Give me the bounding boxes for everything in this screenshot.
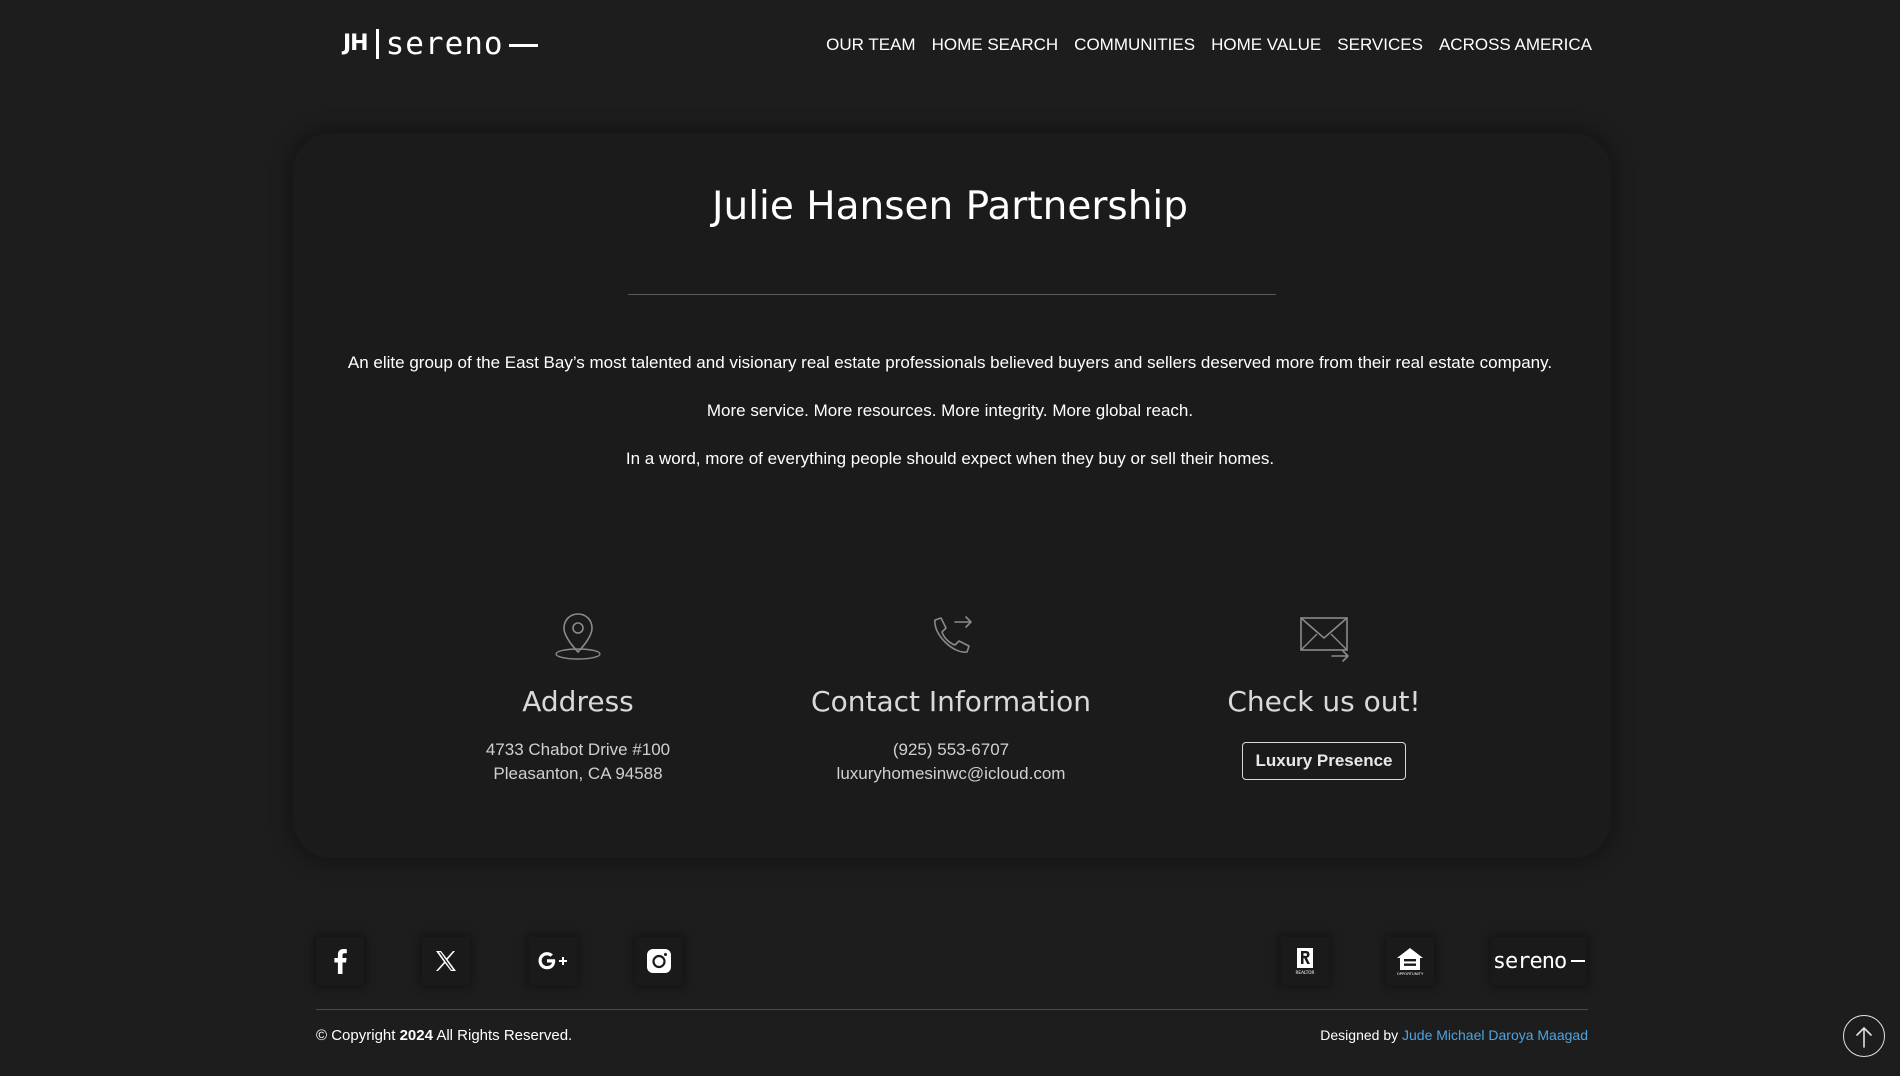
address-section: Address 4733 Chabot Drive #100 Pleasanto… (378, 608, 778, 786)
nav-home-value[interactable]: HOME VALUE (1211, 33, 1321, 57)
phone-number[interactable]: (925) 553-6707 (751, 738, 1151, 762)
closing-paragraph: In a word, more of everything people sho… (625, 449, 1275, 468)
equal-housing-caption: OPPORTUNITY (1397, 971, 1424, 976)
equal-housing-badge: OPPORTUNITY (1386, 937, 1434, 985)
instagram-link[interactable] (635, 937, 683, 985)
equal-housing-icon: OPPORTUNITY (1397, 948, 1424, 976)
x-twitter-link[interactable] (422, 937, 470, 985)
nav-our-team[interactable]: OUR TEAM (826, 33, 915, 57)
sereno-badge-label: sereno (1492, 948, 1567, 974)
title-divider (628, 294, 1276, 295)
realtor-caption: REALTOR (1296, 970, 1315, 975)
checkout-title: Check us out! (1227, 685, 1421, 718)
address-line-1: 4733 Chabot Drive #100 (485, 740, 671, 759)
instagram-icon (647, 949, 671, 973)
nav-home-search[interactable]: HOME SEARCH (932, 33, 1059, 57)
logo-divider (375, 29, 379, 59)
designer-credit: Designed by Jude Michael Daroya Maagad (1320, 1024, 1588, 1046)
copyright-year: 2024 (399, 1027, 433, 1044)
copyright-text: © Copyright 2024 All Rights Reserved. (316, 1025, 572, 1047)
site-logo[interactable]: JH sereno (343, 26, 538, 62)
main-nav: OUR TEAM HOME SEARCH COMMUNITIES HOME VA… (810, 33, 1592, 57)
logo-initials: JH (343, 31, 369, 56)
logo-wordmark: sereno (385, 26, 504, 62)
contact-section: Contact Information (925) 553-6707 luxur… (751, 608, 1151, 786)
designed-by-label: Designed by (1320, 1027, 1399, 1043)
logo-dash (508, 43, 538, 47)
scroll-to-top-button[interactable] (1843, 1015, 1885, 1057)
address-line-2: Pleasanton, CA 94588 (493, 764, 663, 783)
nav-communities[interactable]: COMMUNITIES (1074, 33, 1195, 57)
sereno-badge: sereno (1491, 937, 1587, 985)
facebook-link[interactable] (316, 937, 364, 985)
arrow-up-icon (1856, 1027, 1872, 1048)
contact-title: Contact Information (811, 685, 1091, 718)
google-plus-link[interactable] (529, 937, 577, 985)
designer-link[interactable]: Jude Michael Daroya Maagad (1402, 1027, 1588, 1043)
realtor-badge: REALTOR (1281, 937, 1329, 985)
nav-services[interactable]: SERVICES (1337, 33, 1423, 57)
realtor-icon: REALTOR (1296, 948, 1315, 975)
site-header: JH sereno OUR TEAM HOME SEARCH COMMUNITI… (0, 0, 1900, 90)
page-title: Julie Hansen Partnership (711, 184, 1189, 229)
checkout-section: Check us out! Luxury Presence (1124, 608, 1524, 780)
copyright-suffix: All Rights Reserved. (436, 1027, 573, 1044)
x-twitter-icon (436, 951, 456, 971)
map-pin-icon (555, 613, 601, 660)
google-plus-icon (538, 952, 567, 970)
facebook-icon (334, 949, 347, 974)
sereno-badge-dash (1571, 960, 1586, 962)
copyright-prefix: © Copyright (316, 1027, 396, 1044)
nav-across-america[interactable]: ACROSS AMERICA (1439, 33, 1592, 57)
tagline-paragraph: More service. More resources. More integ… (706, 401, 1194, 420)
email-address[interactable]: luxuryhomesinwc@icloud.com (751, 762, 1151, 786)
mail-forward-icon (1300, 617, 1349, 662)
intro-paragraph: An elite group of the East Bay’s most ta… (347, 353, 1553, 372)
phone-forward-icon (934, 616, 972, 653)
luxury-presence-button[interactable]: Luxury Presence (1242, 742, 1406, 780)
footer-divider (316, 1009, 1588, 1010)
address-title: Address (522, 685, 634, 718)
